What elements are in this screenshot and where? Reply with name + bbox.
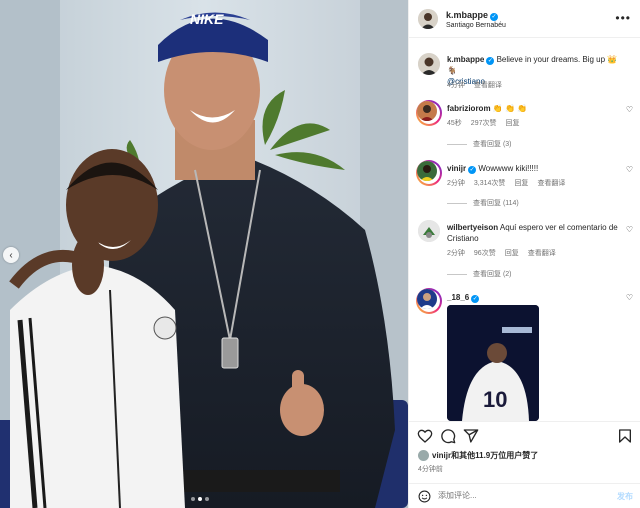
- view-replies[interactable]: 查看回复 (2): [447, 269, 512, 279]
- heart-icon[interactable]: ♡: [626, 225, 633, 234]
- comment-time[interactable]: 45秒: [447, 118, 462, 128]
- avatar-image: [417, 161, 437, 181]
- comment-image-illustration: 10: [447, 305, 539, 421]
- photo-illustration: NIKE: [0, 0, 408, 508]
- carousel-dot[interactable]: [191, 497, 195, 501]
- avatar-image: [418, 53, 440, 75]
- likes-summary[interactable]: vinijr 和其他11.9万位用户赞了: [418, 450, 538, 461]
- author-username[interactable]: k.mbappe: [446, 10, 488, 20]
- avatar-image: [418, 220, 440, 242]
- comment-meta: 2分钟 3,314次赞 回复 查看翻译: [447, 178, 565, 188]
- caption-meta: 4分钟 查看翻译: [447, 80, 502, 90]
- comment-text-block: wilbertyeison Aquí espero ver el comenta…: [447, 222, 623, 244]
- commenter-avatar[interactable]: [418, 220, 440, 242]
- more-horizontal-icon[interactable]: •••: [615, 11, 631, 25]
- comment-username[interactable]: _18_6: [447, 293, 469, 302]
- view-replies[interactable]: 查看回复 (3): [447, 139, 512, 149]
- jersey-number: 10: [483, 387, 507, 412]
- author-name[interactable]: k.mbappe ✓: [446, 10, 499, 21]
- avatar-image: [418, 9, 438, 29]
- translate-button[interactable]: 查看翻译: [528, 248, 556, 258]
- liked-by-user[interactable]: vinijr: [432, 451, 451, 460]
- comment-username[interactable]: fabriziorom: [447, 104, 491, 113]
- carousel-dot[interactable]: [205, 497, 209, 501]
- post-header: k.mbappe ✓ Santiago Bernabéu •••: [409, 0, 640, 38]
- comment-username[interactable]: vinijr: [447, 164, 466, 173]
- post-photo[interactable]: NIKE ‹: [0, 0, 408, 508]
- emoji-icon[interactable]: [418, 490, 431, 503]
- bookmark-icon[interactable]: [617, 428, 633, 444]
- comment-username[interactable]: wilbertyeison: [447, 223, 498, 232]
- comment-text-block: fabriziorom 👏 👏 👏: [447, 103, 623, 114]
- story-ring[interactable]: [416, 100, 442, 126]
- translate-button[interactable]: 查看翻译: [537, 178, 565, 188]
- comment-likes[interactable]: 96次赞: [474, 248, 496, 258]
- caption-time[interactable]: 4分钟: [447, 80, 465, 90]
- comments-list[interactable]: k.mbappe ✓ Believe in your dreams. Big up…: [409, 39, 640, 421]
- comment-likes[interactable]: 3,314次赞: [474, 178, 506, 188]
- chevron-left-icon: ‹: [9, 249, 13, 261]
- post-comment-button[interactable]: 发布: [617, 491, 633, 502]
- comment-form: 发布: [409, 483, 640, 508]
- view-replies-label[interactable]: 查看回复 (3): [473, 139, 512, 149]
- heart-icon[interactable]: [417, 428, 433, 444]
- comment-image[interactable]: 10: [447, 305, 539, 421]
- view-replies-label[interactable]: 查看回复 (2): [473, 269, 512, 279]
- view-replies-label[interactable]: 查看回复 (114): [473, 198, 519, 208]
- comment-text-block: vinijr ✓ Wowwww kiki!!!!!: [447, 163, 623, 174]
- action-bar: vinijr 和其他11.9万位用户赞了 4分钟前: [409, 421, 640, 483]
- heart-icon[interactable]: ♡: [626, 293, 633, 302]
- commenter-avatar: [417, 289, 437, 309]
- post-side-panel: k.mbappe ✓ Santiago Bernabéu ••• k.mbappe…: [408, 0, 640, 508]
- svg-text:NIKE: NIKE: [190, 11, 224, 27]
- verified-icon: ✓: [486, 57, 495, 65]
- post-location[interactable]: Santiago Bernabéu: [446, 22, 506, 29]
- carousel-prev-button[interactable]: ‹: [3, 247, 19, 263]
- commenter-avatar: [417, 101, 437, 121]
- commenter-avatar: [417, 161, 437, 181]
- view-replies[interactable]: 查看回复 (114): [447, 198, 519, 208]
- verified-icon: ✓: [471, 295, 480, 303]
- story-ring[interactable]: [416, 288, 442, 314]
- heart-icon[interactable]: ♡: [626, 105, 633, 114]
- liker-avatar: [418, 450, 429, 461]
- comment-likes[interactable]: 297次赞: [471, 118, 497, 128]
- reply-button[interactable]: 回复: [505, 248, 519, 258]
- comment-text-block: _18_6 ✓: [447, 292, 623, 303]
- comment-meta: 45秒 297次赞 回复: [447, 118, 519, 128]
- share-icon[interactable]: [463, 428, 479, 444]
- comment-text: Wowwww kiki!!!!!: [478, 164, 539, 173]
- caption-avatar[interactable]: [418, 53, 440, 75]
- comment-time[interactable]: 2分钟: [447, 178, 465, 188]
- verified-icon: ✓: [468, 166, 477, 174]
- comment-icon[interactable]: [440, 428, 456, 444]
- comment-time[interactable]: 2分钟: [447, 248, 465, 258]
- comment-text: 👏 👏 👏: [492, 104, 528, 113]
- avatar-image: [417, 289, 437, 309]
- author-avatar[interactable]: [418, 9, 438, 29]
- reply-button[interactable]: 回复: [514, 178, 528, 188]
- verified-icon: ✓: [490, 13, 499, 21]
- comment-meta: 2分钟 96次赞 回复 查看翻译: [447, 248, 556, 258]
- story-ring[interactable]: [416, 160, 442, 186]
- post-viewer: NIKE ‹ k.mbappe ✓ Santiago Bernabéu ••• …: [0, 0, 640, 508]
- post-time[interactable]: 4分钟前: [418, 464, 443, 474]
- caption-translate[interactable]: 查看翻译: [474, 80, 502, 90]
- caption-username[interactable]: k.mbappe: [447, 55, 484, 64]
- avatar-image: [417, 101, 437, 121]
- carousel-dot[interactable]: [198, 497, 202, 501]
- reply-button[interactable]: 回复: [505, 118, 519, 128]
- comment-input[interactable]: [438, 491, 598, 500]
- liked-by-rest[interactable]: 和其他11.9万位用户赞了: [451, 450, 538, 461]
- heart-icon[interactable]: ♡: [626, 165, 633, 174]
- carousel-dots: [191, 497, 209, 501]
